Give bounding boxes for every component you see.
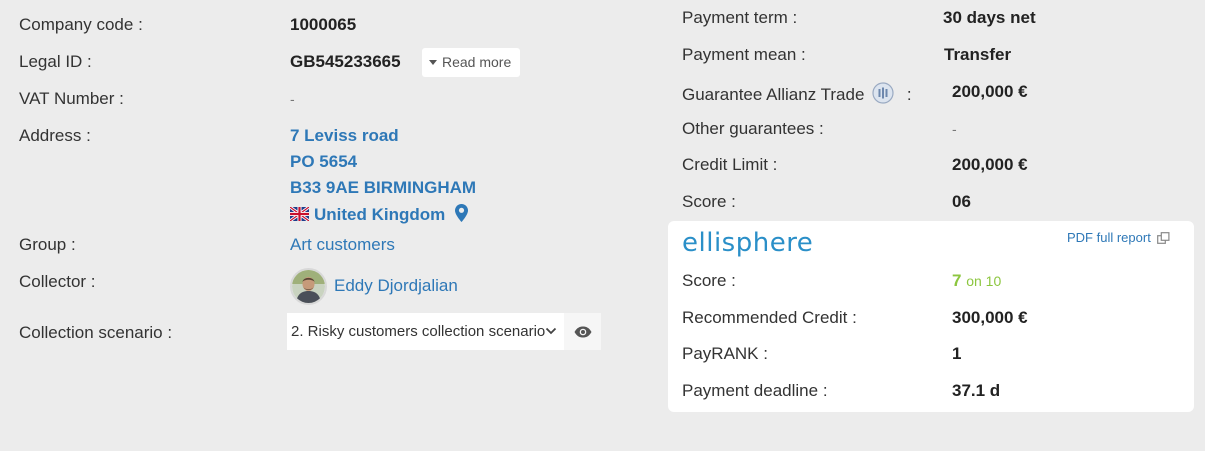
ellisphere-score-label: Score : xyxy=(682,271,736,290)
payrank-value: 1 xyxy=(952,344,962,363)
ellisphere-score-scale: on 10 xyxy=(966,273,1002,289)
eye-icon xyxy=(574,326,591,337)
payment-deadline-value: 37.1 d xyxy=(952,381,1001,400)
guarantee-colon: : xyxy=(906,85,912,104)
group-link[interactable]: Art customers xyxy=(290,235,395,255)
other-guarantees-label: Other guarantees : xyxy=(682,119,824,138)
external-link-icon xyxy=(1157,232,1170,244)
payment-term-label: Payment term : xyxy=(682,8,798,27)
vat-number-label: VAT Number : xyxy=(19,89,124,108)
company-code-label: Company code : xyxy=(19,15,143,34)
recommended-credit-label: Recommended Credit : xyxy=(682,308,857,327)
ellisphere-logo: ellisphere xyxy=(682,228,814,258)
collection-scenario-select[interactable]: 2. Risky customers collection scenario xyxy=(287,313,564,350)
ellisphere-score-value: 7 xyxy=(952,271,962,290)
guarantee-label: Guarantee Allianz Trade xyxy=(682,85,865,104)
other-guarantees-value: - xyxy=(952,121,957,137)
collector-label: Collector : xyxy=(19,272,96,291)
ellisphere-score: 7 on 10 xyxy=(952,271,1001,291)
map-pin-icon[interactable] xyxy=(455,204,468,222)
collector-link[interactable]: Eddy Djordjalian xyxy=(334,276,458,296)
allianz-trade-info-icon[interactable] xyxy=(872,82,894,104)
vat-number-value: - xyxy=(290,91,295,107)
score-label: Score : xyxy=(682,192,736,211)
payrank-label: PayRANK : xyxy=(682,344,768,363)
address-line-1[interactable]: 7 Leviss road xyxy=(290,126,399,146)
pdf-full-report-label: PDF full report xyxy=(1067,230,1151,245)
guarantee-value: 200,000 € xyxy=(952,82,1028,101)
view-scenario-button[interactable] xyxy=(564,313,601,350)
recommended-credit-value: 300,000 € xyxy=(952,308,1028,327)
read-more-label: Read more xyxy=(442,54,512,70)
group-label: Group : xyxy=(19,235,76,254)
payment-deadline-label: Payment deadline : xyxy=(682,381,828,400)
score-value: 06 xyxy=(952,192,971,211)
uk-flag-icon xyxy=(290,207,309,221)
caret-down-icon xyxy=(429,60,437,65)
pdf-full-report-link[interactable]: PDF full report xyxy=(1067,230,1170,245)
payment-mean-label: Payment mean : xyxy=(682,45,806,64)
address-label: Address : xyxy=(19,126,91,145)
country-label: United Kingdom xyxy=(314,205,446,224)
credit-limit-value: 200,000 € xyxy=(952,155,1028,174)
address-line-2[interactable]: PO 5654 xyxy=(290,152,357,172)
legal-id-label: Legal ID : xyxy=(19,52,92,71)
legal-id-value: GB545233665 xyxy=(290,52,401,71)
collection-scenario-label: Collection scenario : xyxy=(19,323,173,342)
payment-mean-value: Transfer xyxy=(944,45,1012,64)
credit-limit-label: Credit Limit : xyxy=(682,155,778,174)
address-country[interactable]: United Kingdom xyxy=(290,204,468,225)
company-code-value: 1000065 xyxy=(290,15,357,34)
guarantee-label-row: Guarantee Allianz Trade : xyxy=(682,82,912,105)
payment-term-value: 30 days net xyxy=(943,8,1036,27)
read-more-button[interactable]: Read more xyxy=(422,48,521,77)
address-line-3[interactable]: B33 9AE BIRMINGHAM xyxy=(290,178,476,198)
collector-avatar xyxy=(290,268,327,305)
chevron-down-icon[interactable] xyxy=(545,322,557,340)
